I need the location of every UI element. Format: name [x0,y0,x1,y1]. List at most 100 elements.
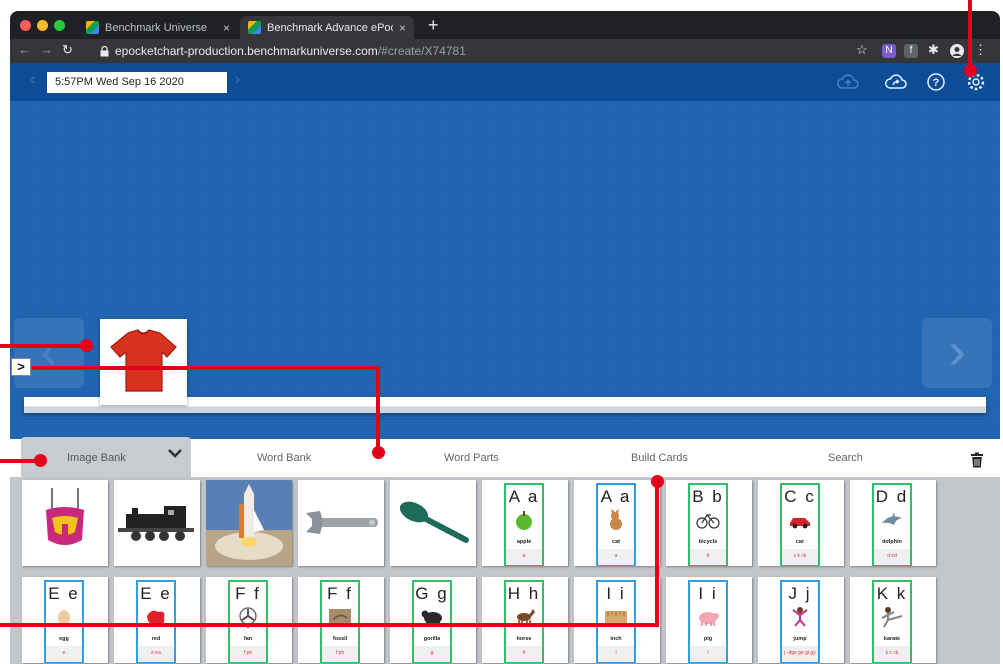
letter-card-frame: E e red e ea [136,580,176,663]
cloud-upload-icon[interactable] [836,71,860,93]
letter-card-inch[interactable]: I i inch i [574,577,660,663]
card-word: horse [516,636,532,642]
svg-text:?: ? [933,77,940,89]
letter-card-cat[interactable]: A a cat a [574,480,660,566]
tab-word-bank[interactable]: Word Bank [257,452,311,464]
card-letters: F f [327,584,353,603]
card-word: jump [793,636,807,642]
placed-card-tshirt[interactable] [100,319,187,405]
letter-card-fan[interactable]: F f fan f ph [206,577,292,663]
card-spelling: h [506,646,542,662]
image-card-spoon[interactable] [390,480,476,566]
card-letters: A a [600,487,632,506]
app-toolbar: ‹ 5:57PM Wed Sep 16 2020 › ? [10,63,1000,101]
collapse-panel-button[interactable]: > [11,358,31,376]
help-icon[interactable]: ? [924,71,948,93]
cat-image [610,508,622,530]
extension-f-icon[interactable]: f [904,44,918,58]
letter-card-fossil[interactable]: F f fossil f ph [298,577,384,663]
image-card-wrench[interactable] [298,480,384,566]
callout-dot-placed-card [80,339,93,352]
panel-tab-bar: Image Bank Word Bank Word Parts Build Ca… [10,437,1000,477]
letter-card-dolphin[interactable]: D d dolphin d ed [850,480,936,566]
new-tab-button[interactable]: + [428,15,439,36]
letter-card-frame: F f fossil f ph [320,580,360,663]
image-card-train[interactable] [114,480,200,566]
letter-card-pig[interactable]: I i pig i [666,577,752,663]
browser-menu-icon[interactable]: ⋮ [974,42,987,58]
bicycle-image [696,513,720,529]
karate-image [881,607,903,628]
tab-word-parts[interactable]: Word Parts [444,452,499,464]
callout-dot-image-bank [34,454,47,467]
card-letters: I i [606,584,626,603]
url-field[interactable]: epocketchart-production.benchmarkunivers… [100,42,880,60]
forward-arrow-icon[interactable]: → [40,42,53,57]
chevron-down-icon[interactable] [167,445,183,461]
letter-card-apple[interactable]: A a apple a [482,480,568,566]
card-spelling: f ph [322,646,358,662]
browser-tab-benchmark-universe[interactable]: Benchmark Universe × [78,16,238,39]
url-host: epocketchart-production.benchmarkunivers… [115,44,378,58]
jumping-girl-image [792,607,808,627]
letter-card-frame: G g gorilla g [412,580,452,663]
card-word: inch [610,636,622,642]
card-word: dolphin [882,539,902,545]
card-spelling: j -dge ge gi gy [782,646,818,662]
chart-previous-arrow[interactable]: ‹ [14,318,84,388]
card-letters: B b [692,487,724,506]
card-spelling: k c ck [874,646,910,662]
letter-card-karate[interactable]: K k karate k c ck [850,577,936,663]
letter-card-jump[interactable]: J j jump j -dge ge gi gy [758,577,844,663]
card-spelling: d ed [874,549,910,565]
tab-search[interactable]: Search [828,452,863,464]
card-letters: A a [508,487,540,506]
card-word: car [795,539,805,545]
card-word: pig [703,636,713,642]
card-letters: K k [876,584,908,603]
cloud-share-icon[interactable] [884,71,908,93]
browser-address-bar: ← → ↻ epocketchart-production.benchmarku… [10,39,1000,63]
space-shuttle-image [206,480,292,566]
letter-card-egg[interactable]: E e egg e [22,577,108,663]
previous-date-arrow-icon[interactable]: ‹ [30,71,35,89]
card-word: gorilla [423,636,441,642]
callout-line-build-cards-vertical [655,481,659,627]
chart-datetime[interactable]: 5:57PM Wed Sep 16 2020 [47,72,227,93]
card-letters: G g [415,584,449,603]
close-tab-icon[interactable]: × [223,21,230,35]
browser-tab-epocket[interactable]: Benchmark Advance ePocket C × [240,16,414,39]
letter-card-bicycle[interactable]: B b bicycle b [666,480,752,566]
reload-icon[interactable]: ↻ [62,42,73,58]
card-spelling: e [46,646,82,662]
close-tab-icon[interactable]: × [399,21,406,35]
benchmark-favicon-icon [86,21,99,34]
letter-card-frame: H h horse h [504,580,544,663]
extensions-puzzle-icon[interactable]: ✱ [928,42,939,58]
car-image [790,518,810,529]
tab-build-cards[interactable]: Build Cards [631,452,688,464]
letter-card-car[interactable]: C c car c k ck [758,480,844,566]
close-window-button[interactable] [20,20,31,31]
card-spelling: f ph [230,646,266,662]
minimize-window-button[interactable] [37,20,48,31]
letter-card-red[interactable]: E e red e ea [114,577,200,663]
profile-avatar-icon[interactable] [950,44,964,58]
card-word: fan [243,636,253,642]
image-card-baby-swing[interactable] [22,480,108,566]
letter-card-frame: B b bicycle b [688,483,728,566]
benchmark-favicon-icon [248,21,261,34]
extension-onenote-icon[interactable]: N [882,44,896,58]
next-date-arrow-icon[interactable]: › [235,71,240,89]
letter-card-gorilla[interactable]: G g gorilla g [390,577,476,663]
card-word: egg [59,636,69,642]
image-card-space-shuttle[interactable] [206,480,292,566]
back-arrow-icon[interactable]: ← [18,42,31,57]
card-bank-panel: Image Bank Word Bank Word Parts Build Ca… [10,437,1000,664]
bookmark-star-icon[interactable]: ☆ [856,42,868,58]
card-spelling: a [506,549,542,565]
letter-card-horse[interactable]: H h horse h [482,577,568,663]
chart-next-arrow[interactable]: › [922,318,992,388]
maximize-window-button[interactable] [54,20,65,31]
trash-icon[interactable] [970,452,984,468]
